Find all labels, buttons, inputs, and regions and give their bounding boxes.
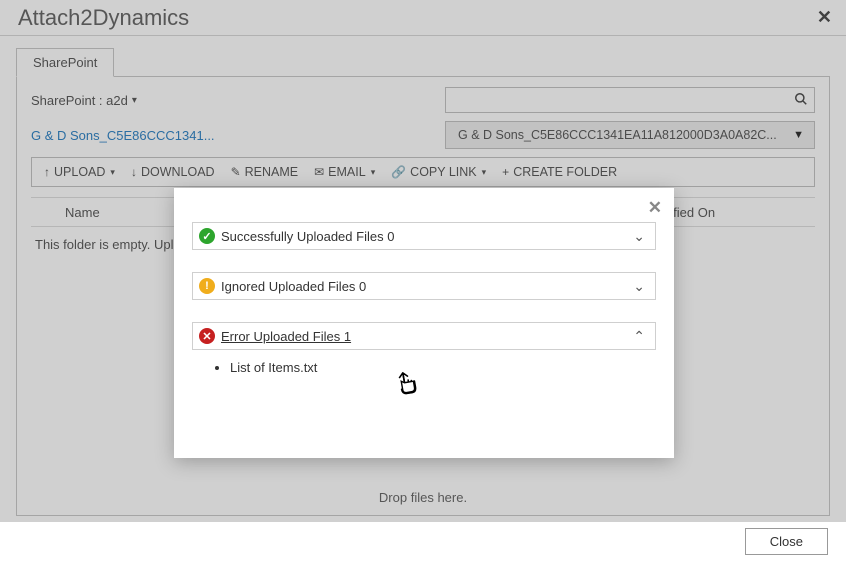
chevron-up-icon: ⌃ <box>633 328 645 345</box>
close-button[interactable]: Close <box>745 528 828 555</box>
success-section-header[interactable]: ✓ Successfully Uploaded Files 0 ⌄ <box>192 222 656 250</box>
chevron-down-icon: ⌄ <box>633 278 645 295</box>
error-label: Error Uploaded Files 1 <box>221 329 633 344</box>
error-icon: ✕ <box>199 328 215 344</box>
success-label: Successfully Uploaded Files 0 <box>221 229 633 244</box>
error-section-header[interactable]: ✕ Error Uploaded Files 1 ⌃ <box>192 322 656 350</box>
error-file-list: List of Items.txt <box>216 360 656 375</box>
list-item: List of Items.txt <box>230 360 656 375</box>
ignored-section-header[interactable]: ! Ignored Uploaded Files 0 ⌄ <box>192 272 656 300</box>
check-icon: ✓ <box>199 228 215 244</box>
close-icon[interactable]: ✕ <box>648 198 662 218</box>
ignored-label: Ignored Uploaded Files 0 <box>221 279 633 294</box>
warning-icon: ! <box>199 278 215 294</box>
chevron-down-icon: ⌄ <box>633 228 645 245</box>
upload-results-modal: ✕ ✓ Successfully Uploaded Files 0 ⌄ ! Ig… <box>174 188 674 458</box>
